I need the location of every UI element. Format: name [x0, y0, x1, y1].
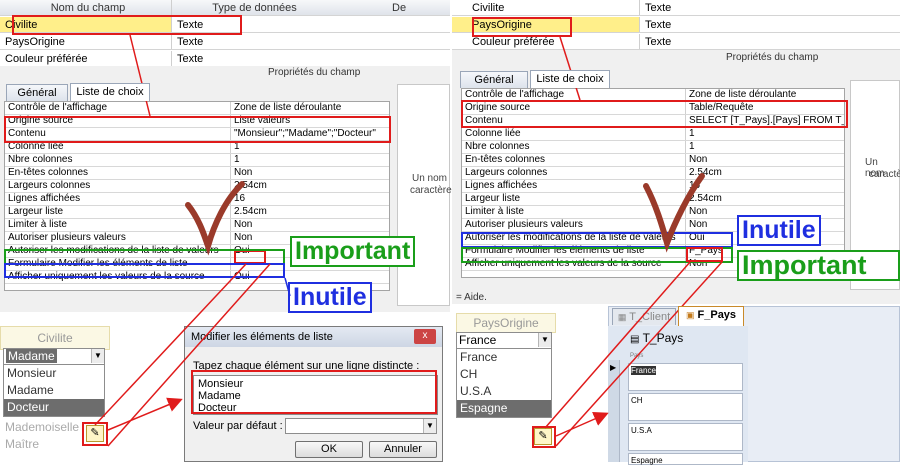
- arrow-line: [284, 277, 291, 297]
- arrow-line: [107, 263, 271, 447]
- arrow-line: [94, 263, 247, 426]
- annotation-arrows: [94, 34, 723, 447]
- checkmark-icon: [643, 173, 705, 253]
- arrow-line: [559, 36, 581, 101]
- tab-liste-de-choix[interactable]: Liste de choix: [530, 70, 610, 88]
- tab-f-pays[interactable]: ▣ F_Pays: [678, 306, 744, 326]
- arrow-line: [555, 261, 723, 447]
- form-icon: ▣: [685, 310, 695, 320]
- arrow-line: [544, 261, 691, 429]
- tab-liste-de-choix[interactable]: Liste de choix: [70, 83, 150, 101]
- checkmark-icon: [185, 181, 245, 256]
- arrow-line: [129, 34, 151, 117]
